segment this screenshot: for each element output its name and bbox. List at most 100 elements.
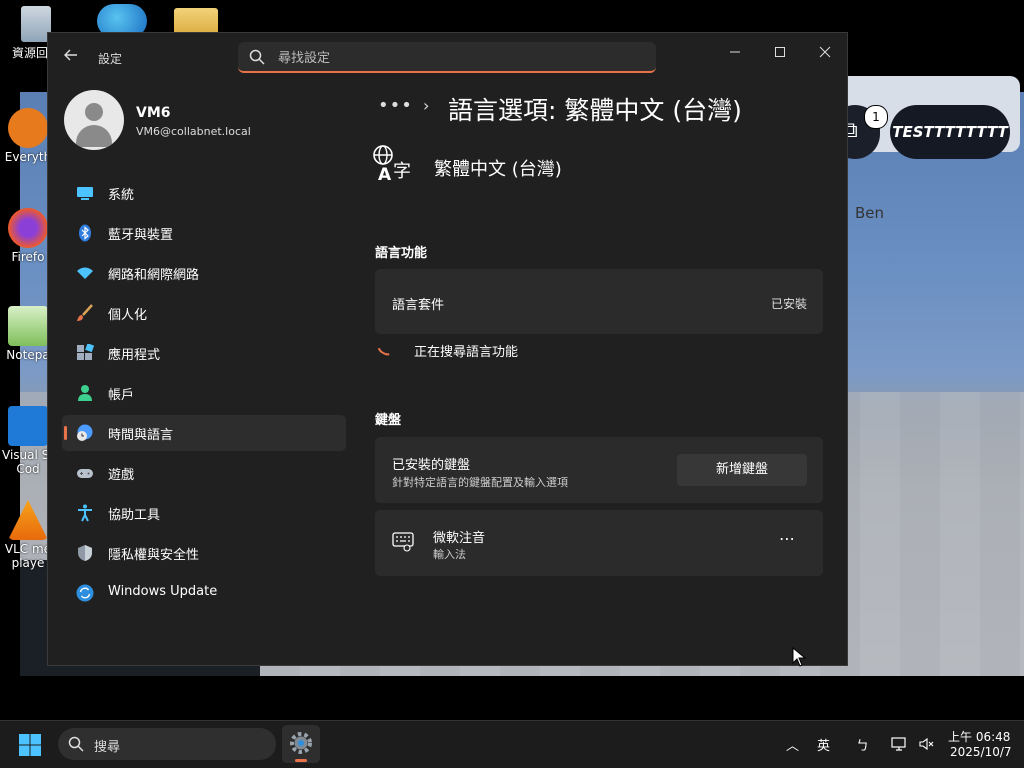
language-pack-status: 已安裝 bbox=[770, 297, 807, 311]
everything-search-icon bbox=[8, 108, 48, 148]
title-bar[interactable]: 設定 bbox=[48, 33, 847, 81]
search-input[interactable] bbox=[276, 46, 640, 70]
sidebar-item-personalization[interactable]: 個人化 bbox=[62, 295, 346, 331]
taskbar-search-box[interactable]: 搜尋 bbox=[58, 728, 276, 760]
background-pill-button: TESTTTTTTTT bbox=[890, 105, 1010, 159]
sidebar-item-time-language[interactable]: 時間與語言 bbox=[62, 415, 346, 451]
sidebar-item-windows-update[interactable]: Windows Update bbox=[62, 575, 346, 611]
active-indicator bbox=[64, 426, 67, 440]
sidebar-item-label: 個人化 bbox=[108, 308, 148, 323]
sidebar-item-label: 帳戶 bbox=[108, 388, 135, 403]
keyboard-item-microsoft-bopomofo[interactable]: 微軟注音 輸入法 ⋯ bbox=[375, 510, 823, 576]
clock-time[interactable]: 上午 06:48 bbox=[948, 728, 1010, 745]
sidebar-item-accessibility[interactable]: 協助工具 bbox=[62, 495, 346, 531]
account-icon bbox=[78, 385, 92, 401]
taskbar-app-settings[interactable] bbox=[282, 725, 320, 763]
back-arrow-icon bbox=[64, 49, 77, 61]
installed-keyboards-card: 已安裝的鍵盤 針對特定語言的鍵盤配置及輸入選項 新增鍵盤 bbox=[375, 437, 823, 503]
sidebar-item-label: 隱私權與安全性 bbox=[108, 548, 200, 563]
windows-start-icon[interactable] bbox=[18, 733, 42, 757]
sidebar-item-label: 藍牙與裝置 bbox=[108, 228, 174, 243]
minimize-button[interactable] bbox=[712, 39, 758, 69]
background-card-text: Ben bbox=[855, 204, 885, 222]
language-pack-card: 語言套件 已安裝 bbox=[375, 269, 823, 334]
mouse-cursor-icon bbox=[792, 647, 806, 667]
sidebar-item-label: 遊戲 bbox=[108, 468, 135, 483]
apps-icon bbox=[77, 344, 94, 360]
taskbar: 搜尋 ︿ 英 ㄅ 上午 06:48 2025/10/7 bbox=[0, 720, 1024, 768]
search-icon bbox=[68, 736, 84, 752]
taskbar-search-text: 搜尋 bbox=[94, 740, 121, 755]
sidebar-item-label: Windows Update bbox=[108, 584, 218, 599]
sidebar-item-label: 系統 bbox=[108, 188, 135, 203]
gear-icon bbox=[290, 732, 312, 754]
avatar[interactable] bbox=[64, 90, 124, 150]
sidebar-nav: 系統 藍牙與裝置 網路和網際網路 個人化 應用程式 帳戶 時間與語言 遊戲 協助… bbox=[62, 175, 346, 615]
loading-text: 正在搜尋語言功能 bbox=[414, 345, 519, 360]
settings-window: 設定 VM6 VM6@collabnet.local 系統 藍牙與裝置 bbox=[47, 32, 848, 666]
ime-mode-indicator[interactable]: 英 bbox=[817, 735, 830, 754]
bluetooth-icon bbox=[79, 224, 91, 242]
page-title: 語言選項: 繁體中文 (台灣) bbox=[448, 96, 742, 125]
language-name: 繁體中文 (台灣) bbox=[434, 159, 562, 180]
sidebar-item-label: 協助工具 bbox=[108, 508, 161, 523]
paintbrush-icon bbox=[77, 304, 93, 321]
app-title: 設定 bbox=[98, 52, 123, 66]
close-button[interactable] bbox=[802, 39, 847, 69]
svg-text:A: A bbox=[378, 165, 392, 184]
active-app-indicator bbox=[295, 759, 307, 762]
shield-icon bbox=[78, 545, 92, 561]
add-keyboard-button[interactable]: 新增鍵盤 bbox=[677, 454, 807, 486]
sidebar-item-bluetooth[interactable]: 藍牙與裝置 bbox=[62, 215, 346, 251]
globe-clock-icon bbox=[77, 424, 93, 441]
sidebar-item-apps[interactable]: 應用程式 bbox=[62, 335, 346, 371]
sidebar-item-privacy[interactable]: 隱私權與安全性 bbox=[62, 535, 346, 571]
maximize-button[interactable] bbox=[757, 39, 803, 69]
sidebar-item-gaming[interactable]: 遊戲 bbox=[62, 455, 346, 491]
back-button[interactable] bbox=[60, 47, 82, 69]
more-options-button[interactable]: ⋯ bbox=[775, 530, 799, 554]
settings-search-box[interactable] bbox=[238, 42, 656, 73]
keyboard-icon bbox=[392, 532, 414, 552]
sidebar-item-label: 網路和網際網路 bbox=[108, 268, 200, 283]
volume-muted-icon[interactable] bbox=[918, 735, 936, 753]
ime-type: 輸入法 bbox=[433, 548, 466, 561]
vlc-icon bbox=[8, 500, 48, 540]
search-icon bbox=[249, 49, 265, 65]
close-icon bbox=[819, 46, 831, 58]
avatar-body bbox=[76, 125, 112, 147]
installed-keyboards-title: 已安裝的鍵盤 bbox=[392, 458, 471, 473]
maximize-icon bbox=[775, 47, 785, 57]
language-pack-label: 語言套件 bbox=[392, 298, 445, 313]
svg-text:字: 字 bbox=[393, 161, 411, 182]
sidebar-item-label: 應用程式 bbox=[108, 348, 161, 363]
minimize-icon bbox=[730, 51, 740, 53]
firefox-icon bbox=[8, 208, 48, 248]
sidebar-item-network[interactable]: 網路和網際網路 bbox=[62, 255, 346, 291]
language-features-heading: 語言功能 bbox=[375, 246, 428, 261]
installed-keyboards-subtitle: 針對特定語言的鍵盤配置及輸入選項 bbox=[392, 476, 568, 489]
gamepad-icon bbox=[77, 469, 93, 478]
wifi-icon bbox=[77, 267, 93, 279]
loading-spinner-icon bbox=[374, 333, 400, 359]
notepad-icon bbox=[8, 306, 48, 346]
monitor-icon bbox=[77, 187, 93, 200]
avatar-head bbox=[85, 103, 103, 121]
profile-name: VM6 bbox=[136, 105, 171, 121]
sidebar-item-label: 時間與語言 bbox=[108, 428, 174, 443]
profile-email: VM6@collabnet.local bbox=[136, 125, 251, 138]
accessibility-icon bbox=[78, 504, 92, 522]
sidebar-item-accounts[interactable]: 帳戶 bbox=[62, 375, 346, 411]
breadcrumb-more-button[interactable]: ••• bbox=[378, 95, 413, 116]
breadcrumb-separator: › bbox=[423, 96, 430, 115]
ime-name: 微軟注音 bbox=[433, 531, 486, 546]
background-badge-count: 1 bbox=[864, 105, 888, 129]
network-status-icon[interactable] bbox=[890, 735, 908, 753]
vscode-icon bbox=[8, 406, 48, 446]
language-icon: A 字 bbox=[373, 145, 411, 184]
tray-overflow-chevron[interactable]: ︿ bbox=[786, 735, 799, 754]
keyboards-heading: 鍵盤 bbox=[375, 413, 402, 428]
ime-symbol-indicator[interactable]: ㄅ bbox=[856, 735, 869, 754]
sidebar-item-system[interactable]: 系統 bbox=[62, 175, 346, 211]
clock-date[interactable]: 2025/10/7 bbox=[950, 745, 1012, 759]
